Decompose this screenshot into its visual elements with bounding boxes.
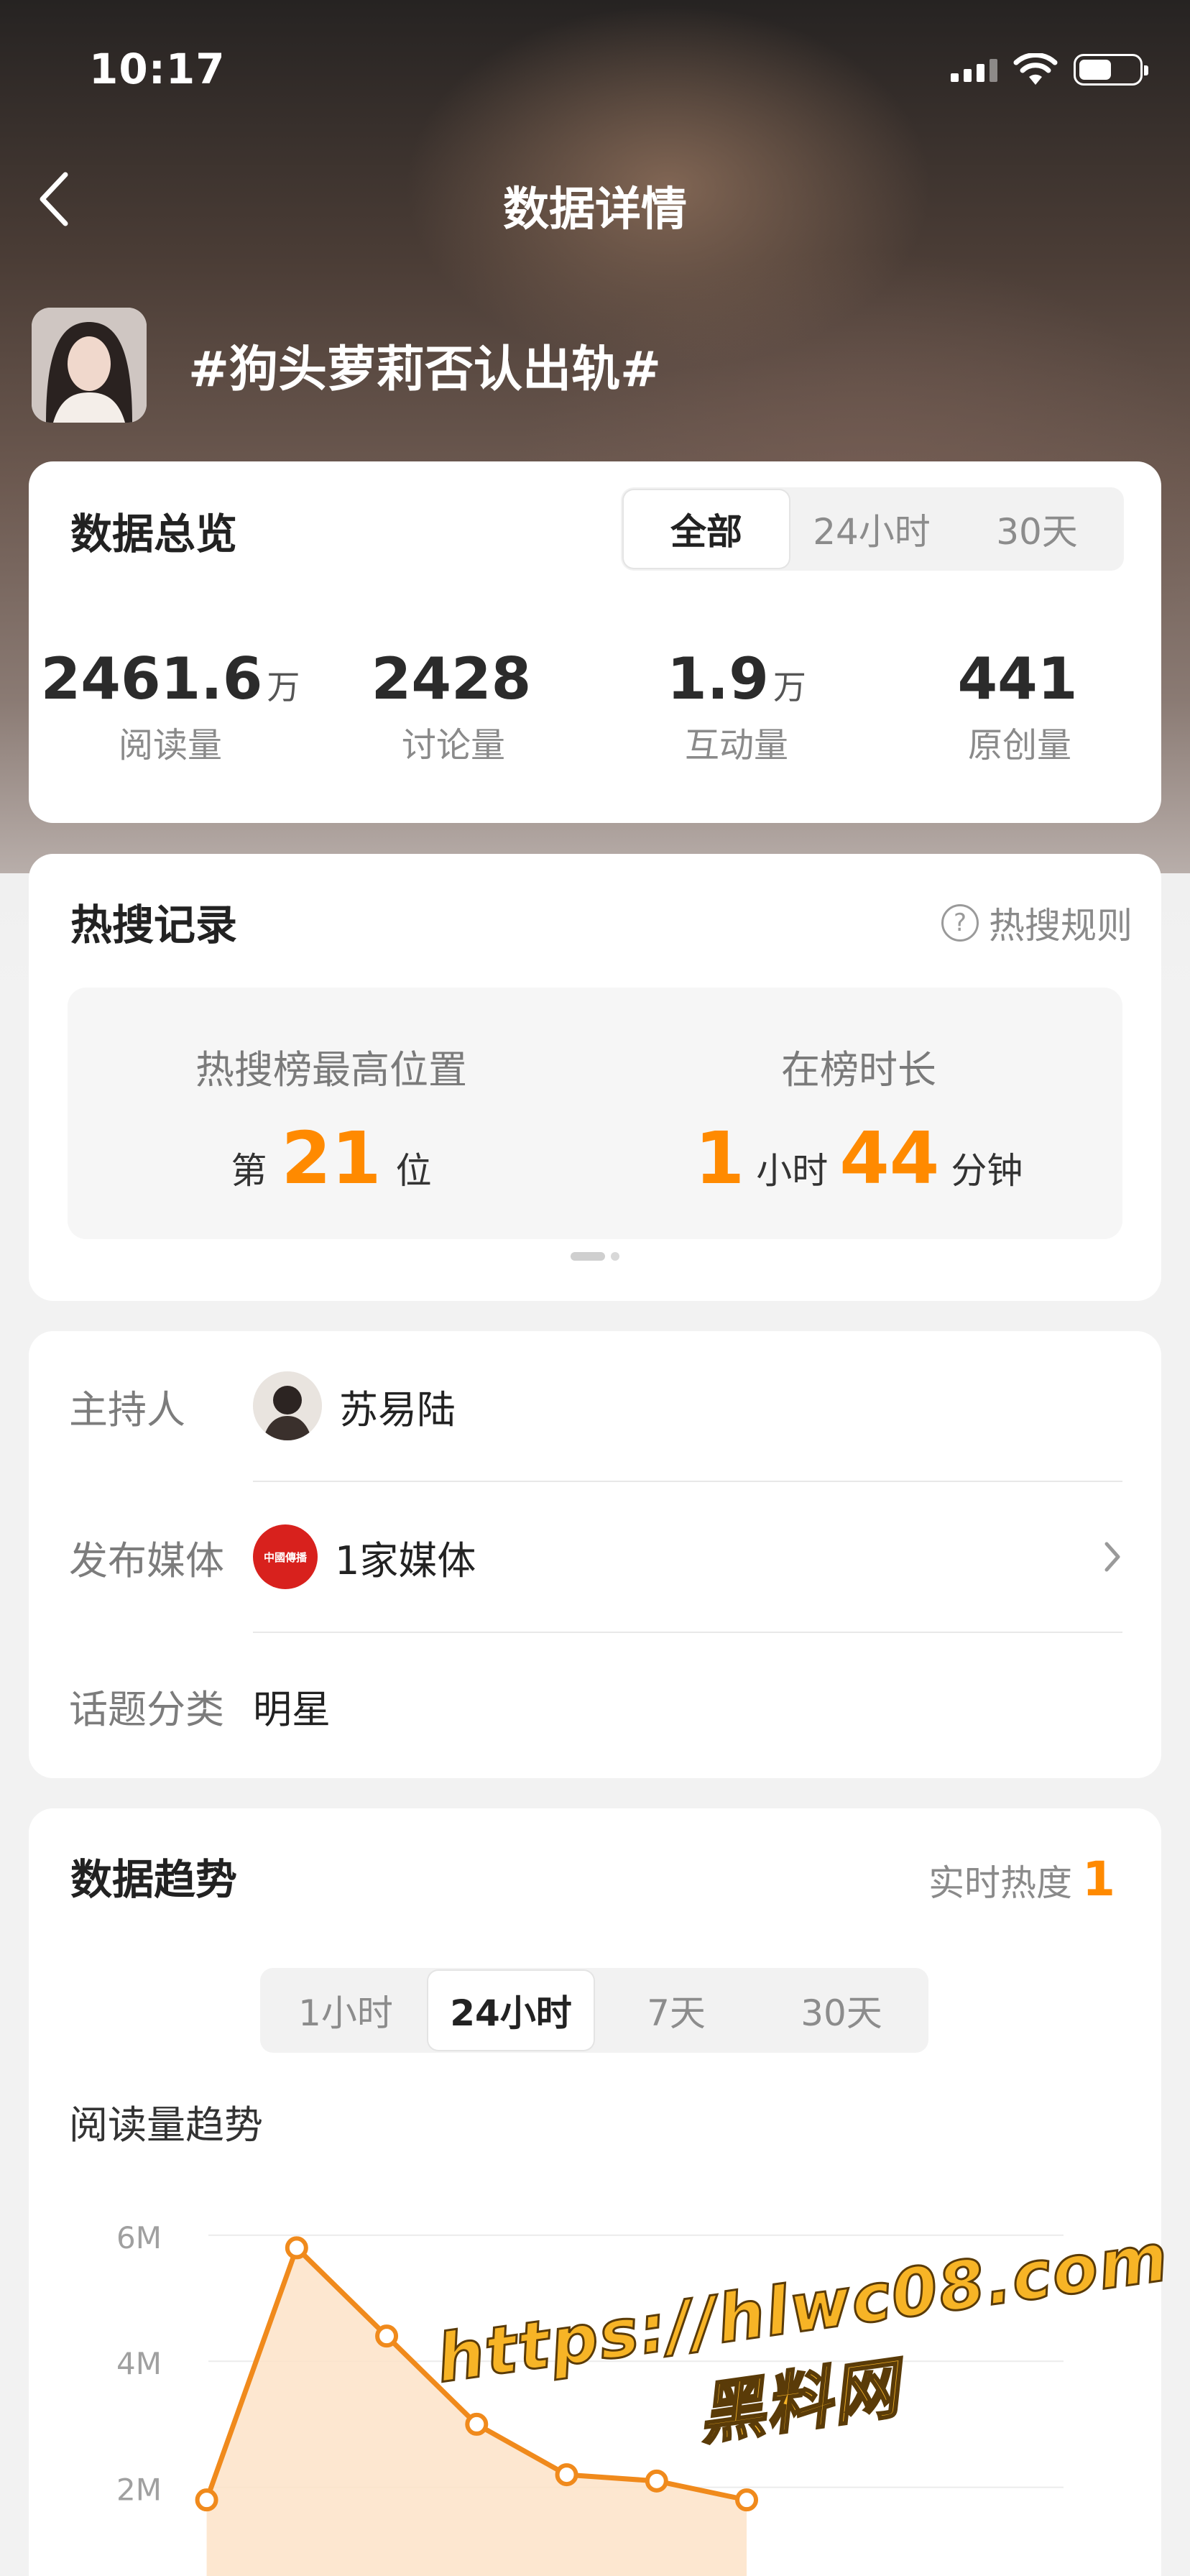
y-tick-label: 4M (116, 2346, 162, 2381)
data-point (195, 2488, 218, 2512)
data-point (375, 2324, 399, 2348)
stat-value: 2461.6 (40, 645, 263, 712)
media-label: 发布媒体 (69, 1537, 224, 1583)
data-point (465, 2412, 489, 2436)
hot-search-stats: 热搜榜最高位置 第 21 位 在榜时长 1 小时 44 分钟 (68, 988, 1122, 1239)
y-tick-label: 6M (116, 2220, 162, 2255)
chevron-right-icon[interactable] (1098, 1535, 1127, 1578)
trend-title: 数据趋势 (70, 1855, 238, 1904)
data-point (285, 2236, 308, 2260)
overview-card: 数据总览 全部 24小时 30天 2461.6 万 阅读量 2428 讨论量 1.… (29, 461, 1161, 823)
read-trend-chart: 6M 4M 2M (116, 2220, 1064, 2576)
tab-30d[interactable]: 30天 (954, 490, 1120, 568)
tab-7d[interactable]: 7天 (594, 1971, 759, 2050)
category-label: 话题分类 (69, 1686, 224, 1732)
host-label: 主持人 (69, 1386, 185, 1432)
stat-value: 1.9 (667, 645, 769, 712)
duration-hours: 1 (694, 1116, 745, 1200)
overview-time-tabs: 全部 24小时 30天 (621, 487, 1124, 571)
stat-discussions: 2428 讨论量 (312, 645, 595, 767)
media-info[interactable]: 中國傳播 1家媒体 (253, 1524, 476, 1589)
media-logo-text: 中國傳播 (263, 1550, 307, 1564)
minutes-unit: 分钟 (951, 1150, 1023, 1192)
battery-icon (1074, 54, 1148, 86)
question-icon: ? (941, 904, 979, 942)
host-row: 主持人 苏易陆 (29, 1331, 1161, 1481)
status-icons (951, 53, 1148, 86)
stat-label: 原创量 (967, 725, 1071, 765)
category-row: 话题分类 明星 (29, 1633, 1161, 1778)
overview-title: 数据总览 (70, 510, 238, 558)
highest-position-label: 热搜榜最高位置 (195, 1047, 467, 1092)
page-indicator (29, 1252, 1161, 1261)
media-logo: 中國傳播 (253, 1524, 318, 1589)
rank-suffix: 位 (395, 1150, 432, 1192)
media-row[interactable]: 发布媒体 中國傳播 1家媒体 (29, 1482, 1161, 1632)
y-tick-label: 2M (116, 2472, 162, 2508)
tab-1h[interactable]: 1小时 (263, 1971, 428, 2050)
hot-search-card: 热搜记录 ? 热搜规则 热搜榜最高位置 第 21 位 在榜时长 1 小时 44 … (29, 854, 1161, 1301)
tab-all[interactable]: 全部 (624, 490, 789, 568)
area-fill (206, 2248, 747, 2576)
stat-label: 互动量 (684, 725, 788, 765)
page-title: 数据详情 (503, 183, 687, 236)
rank-prefix: 第 (231, 1150, 267, 1192)
host-name[interactable]: 苏易陆 (339, 1378, 456, 1435)
read-trend-title: 阅读量趋势 (69, 2102, 263, 2148)
cellular-signal-icon (951, 58, 997, 82)
data-point (555, 2463, 578, 2487)
hot-search-rules-link[interactable]: ? 热搜规则 (941, 897, 1133, 949)
highest-position: 热搜榜最高位置 第 21 位 (68, 988, 595, 1239)
category-info: 明星 (253, 1678, 331, 1734)
stat-interactions: 1.9 万 互动量 (595, 645, 878, 767)
topic-title: #狗头萝莉否认出轨# (188, 341, 661, 398)
host-info[interactable]: 苏易陆 (253, 1371, 456, 1440)
stat-label: 阅读量 (118, 725, 222, 765)
media-count[interactable]: 1家媒体 (335, 1529, 476, 1586)
stat-value: 441 (957, 645, 1078, 712)
status-time: 10:17 (89, 45, 226, 93)
stat-label: 讨论量 (401, 725, 505, 765)
tab-30d[interactable]: 30天 (759, 1971, 924, 2050)
stat-originals: 441 原创量 (878, 645, 1161, 767)
trend-card: 数据趋势 实时热度 1 1小时 24小时 7天 30天 阅读量趋势 6M 4M 2M (29, 1808, 1161, 2576)
category-value: 明星 (253, 1686, 331, 1732)
data-point (735, 2488, 759, 2512)
on-list-duration: 在榜时长 1 小时 44 分钟 (595, 988, 1122, 1239)
hot-search-title: 热搜记录 (70, 901, 238, 949)
trend-time-tabs: 1小时 24小时 7天 30天 (260, 1968, 928, 2053)
duration-label: 在榜时长 (781, 1047, 936, 1092)
stat-unit: 万 (772, 668, 806, 707)
duration-minutes: 44 (839, 1116, 940, 1200)
host-avatar[interactable] (253, 1371, 322, 1440)
topic-avatar (32, 308, 147, 423)
hours-unit: 小时 (756, 1150, 829, 1192)
realtime-value: 1 (1082, 1852, 1115, 1907)
stat-reads: 2461.6 万 阅读量 (29, 645, 312, 767)
tab-24h[interactable]: 24小时 (428, 1971, 594, 2050)
stat-unit: 万 (267, 668, 300, 707)
data-point (645, 2469, 668, 2493)
rank-value: 21 (281, 1116, 382, 1200)
tab-24h[interactable]: 24小时 (789, 490, 954, 568)
realtime-heat: 实时热度 1 (928, 1852, 1115, 1907)
rules-label: 热搜规则 (989, 905, 1133, 947)
overview-stats: 2461.6 万 阅读量 2428 讨论量 1.9 万 互动量 441 原创量 (29, 645, 1161, 767)
realtime-label: 实时热度 (928, 1862, 1073, 1904)
topic-info-card: 主持人 苏易陆 发布媒体 中國傳播 1家媒体 话题分类 明星 (29, 1331, 1161, 1778)
stat-value: 2428 (371, 645, 532, 712)
wifi-icon (1013, 53, 1058, 85)
